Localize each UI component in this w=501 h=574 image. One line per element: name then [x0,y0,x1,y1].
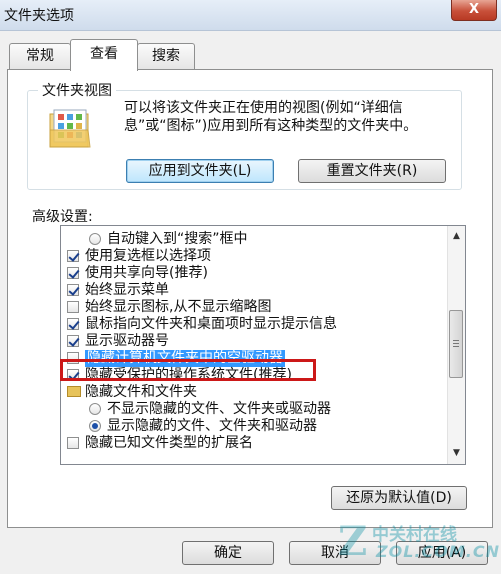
setting-label: 显示驱动器号 [85,333,169,349]
setting-radio[interactable] [89,403,101,415]
setting-checkbox[interactable] [67,318,79,330]
folder-views-legend: 文件夹视图 [38,80,116,100]
setting-radio[interactable] [89,233,101,245]
folder-views-description: 可以将该文件夹正在使用的视图(例如“详细信息”或“图标”)应用到所有这种类型的文… [124,100,418,134]
apply-to-folders-button[interactable]: 应用到文件夹(L) [126,159,274,183]
apply-button[interactable]: 应用(A) [396,541,488,565]
tab-general[interactable]: 常规 [9,43,71,69]
setting-checkbox[interactable] [67,437,79,449]
setting-checkbox[interactable] [67,301,79,313]
setting-label: 隐藏计算机文件夹中的空驱动器 [85,350,285,367]
tab-search[interactable]: 搜索 [137,43,195,69]
advanced-settings-list[interactable]: 自动键入到“搜索”框中 使用复选框以选择项 使用共享向导(推荐) 始终显示菜单 始终显示… [60,225,466,465]
setting-label: 隐藏文件和文件夹 [85,384,197,400]
setting-checkbox[interactable] [67,250,79,262]
folder-view-icon [49,109,91,148]
ok-button[interactable]: 确定 [182,541,274,565]
tab-view[interactable]: 查看 [70,39,138,71]
folder-icon [67,386,81,397]
setting-checkbox[interactable] [67,284,79,296]
cancel-button[interactable]: 取消 [289,541,381,565]
vertical-scrollbar[interactable]: ▲ ▼ [447,226,465,464]
setting-label: 显示隐藏的文件、文件夹和驱动器 [107,418,317,434]
close-button[interactable]: X [451,0,497,21]
window-title: 文件夹选项 [4,8,74,24]
scroll-up-arrow-icon[interactable]: ▲ [448,228,465,245]
setting-label: 隐藏已知文件类型的扩展名 [85,435,253,451]
scrollbar-thumb[interactable] [449,310,463,378]
setting-label: 自动键入到“搜索”框中 [107,231,248,247]
close-icon: X [468,2,480,17]
setting-checkbox[interactable] [67,267,79,279]
setting-checkbox[interactable] [67,369,79,381]
setting-label: 始终显示菜单 [85,282,169,298]
restore-defaults-button[interactable]: 还原为默认值(D) [331,486,467,510]
setting-checkbox[interactable] [67,335,79,347]
advanced-settings-label: 高级设置: [32,209,93,225]
scroll-down-arrow-icon[interactable]: ▼ [448,445,465,462]
setting-checkbox[interactable] [67,352,79,364]
reset-folders-button[interactable]: 重置文件夹(R) [298,159,446,183]
setting-label: 隐藏受保护的操作系统文件(推荐) [85,367,292,383]
setting-label: 使用共享向导(推荐) [85,265,208,281]
setting-label: 使用复选框以选择项 [85,248,211,264]
setting-label: 不显示隐藏的文件、文件夹或驱动器 [107,401,331,417]
setting-radio[interactable] [89,420,101,432]
title-bar[interactable]: 文件夹选项 X [0,0,501,31]
setting-label: 鼠标指向文件夹和桌面项时显示提示信息 [85,316,337,332]
setting-label: 始终显示图标,从不显示缩略图 [85,299,272,315]
